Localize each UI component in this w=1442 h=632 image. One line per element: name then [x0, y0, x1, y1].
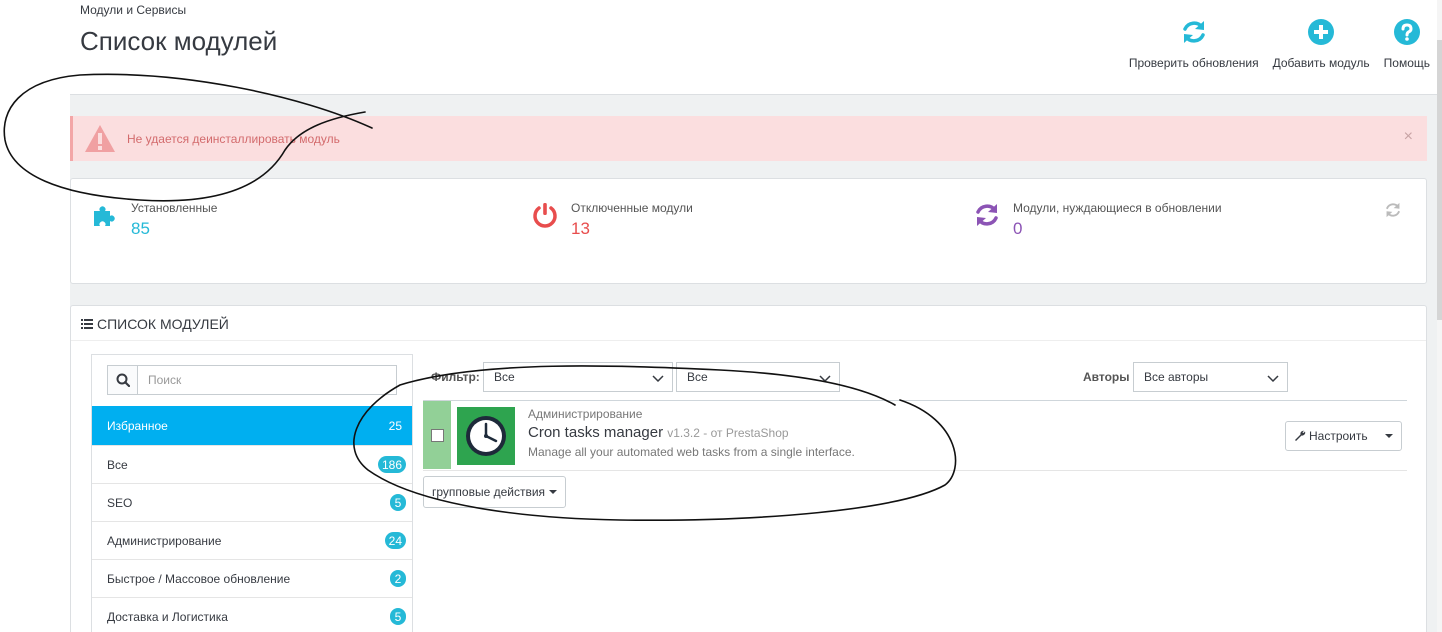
category-count: 2 — [390, 570, 406, 587]
chevron-down-icon — [652, 375, 664, 383]
filter-status-select[interactable]: Все — [483, 362, 673, 392]
category-list: Избранное 25 Все 186 SEO 5 Администриров… — [92, 406, 412, 632]
caret-down-icon — [1385, 434, 1393, 438]
category-count: 5 — [390, 494, 406, 511]
category-item-administration[interactable]: Администрирование 24 — [92, 521, 412, 559]
stats-panel: Установленные 85 Отключенные модули 13 М… — [70, 178, 1427, 284]
stat-installed[interactable]: Установленные 85 — [91, 201, 217, 239]
module-version: v1.3.2 - от PrestaShop — [667, 426, 789, 440]
power-icon — [533, 203, 557, 228]
module-row: Администрирование Cron tasks manager v1.… — [423, 401, 1407, 471]
stat-need-update[interactable]: Модули, нуждающиеся в обновлении 0 — [973, 201, 1222, 239]
list-heading-text: СПИСОК МОДУЛЕЙ — [97, 316, 229, 332]
stat-disabled-value: 13 — [571, 219, 590, 238]
search-button[interactable] — [108, 366, 138, 394]
filter-status-value: Все — [494, 370, 515, 384]
toolbar: Проверить обновления Добавить модуль Пом… — [1129, 18, 1430, 70]
module-title: Cron tasks manager v1.3.2 - от PrestaSho… — [528, 424, 789, 441]
refresh-stats-icon[interactable] — [1384, 201, 1402, 219]
bulk-actions-button[interactable]: групповые действия — [423, 476, 567, 508]
configure-dropdown-toggle[interactable] — [1377, 422, 1401, 450]
module-list-panel: СПИСОК МОДУЛЕЙ Избранное 25 Все — [70, 305, 1427, 632]
refresh-icon — [976, 204, 998, 226]
alert-text: Не удается деинсталлировать модуль — [127, 131, 340, 146]
module-description: Manage all your automated web tasks from… — [528, 445, 855, 459]
filter-type-value: Все — [687, 370, 708, 384]
module-name: Cron tasks manager — [528, 424, 664, 441]
category-label: SEO — [107, 495, 133, 510]
chevron-down-icon — [819, 375, 831, 383]
stat-need-update-value: 0 — [1013, 219, 1023, 238]
plus-circle-icon — [1308, 19, 1335, 45]
category-item-seo[interactable]: SEO 5 — [92, 483, 412, 521]
authors-label: Авторы — [1083, 370, 1130, 384]
category-item-shipping-logistics[interactable]: Доставка и Логистика 5 — [92, 597, 412, 632]
puzzle-icon — [94, 206, 115, 226]
configure-button-group: Настроить — [1285, 421, 1402, 451]
category-count: 5 — [390, 608, 406, 625]
check-updates-label: Проверить обновления — [1128, 56, 1259, 70]
page-title: Список модулей — [80, 26, 278, 56]
add-module-button[interactable]: Добавить модуль — [1273, 18, 1370, 70]
category-item-all[interactable]: Все 186 — [92, 445, 412, 483]
scrollbar-thumb[interactable] — [1437, 40, 1442, 320]
authors-value: Все авторы — [1144, 370, 1209, 384]
scrollbar[interactable] — [1437, 0, 1442, 632]
category-label: Все — [107, 457, 128, 472]
chevron-down-icon — [1267, 375, 1279, 383]
category-count: 186 — [377, 456, 406, 473]
category-label: Администрирование — [107, 533, 222, 548]
caret-down-icon — [549, 490, 558, 494]
category-label: Быстрое / Массовое обновление — [107, 571, 291, 586]
filter-label: Фильтр: — [431, 370, 480, 384]
search-input[interactable] — [138, 366, 396, 394]
stat-disabled[interactable]: Отключенные модули 13 — [531, 201, 693, 239]
stat-disabled-label: Отключенные модули — [571, 201, 693, 215]
page: Модули и Сервисы Список модулей Проверит… — [0, 0, 1442, 632]
warning-icon — [85, 124, 115, 152]
category-label: Избранное — [107, 418, 168, 433]
category-sidebar: Избранное 25 Все 186 SEO 5 Администриров… — [91, 354, 413, 632]
bulk-actions-label: групповые действия — [432, 485, 546, 499]
breadcrumb[interactable]: Модули и Сервисы — [80, 3, 186, 17]
list-icon — [81, 319, 93, 329]
configure-button[interactable]: Настроить — [1286, 429, 1377, 443]
module-checkbox[interactable] — [430, 428, 444, 442]
module-status-bar — [423, 401, 451, 469]
error-alert: Не удается деинсталлировать модуль × — [70, 116, 1427, 161]
module-category: Администрирование — [528, 407, 643, 421]
add-module-label: Добавить модуль — [1272, 56, 1370, 70]
search-icon — [116, 373, 130, 387]
module-logo — [457, 407, 515, 465]
category-count: 25 — [388, 418, 402, 433]
alert-close-button[interactable]: × — [1404, 128, 1413, 146]
stat-installed-value: 85 — [131, 219, 150, 238]
list-heading: СПИСОК МОДУЛЕЙ — [81, 316, 229, 332]
stat-installed-label: Установленные — [131, 201, 218, 215]
category-label: Доставка и Логистика — [107, 609, 228, 624]
refresh-icon — [1182, 21, 1205, 43]
category-item-quick-bulk-update[interactable]: Быстрое / Массовое обновление 2 — [92, 559, 412, 597]
authors-select[interactable]: Все авторы — [1133, 362, 1288, 392]
help-button[interactable]: Помощь — [1384, 18, 1430, 70]
help-icon — [1393, 19, 1420, 45]
help-label: Помощь — [1383, 56, 1430, 70]
category-count: 24 — [384, 532, 406, 549]
configure-label: Настроить — [1309, 429, 1368, 443]
category-item-favorites[interactable]: Избранное 25 — [92, 406, 412, 445]
stat-need-update-label: Модули, нуждающиеся в обновлении — [1013, 201, 1222, 215]
filter-type-select[interactable]: Все — [676, 362, 840, 392]
clock-icon — [466, 416, 506, 456]
wrench-icon — [1295, 430, 1306, 441]
check-updates-button[interactable]: Проверить обновления — [1129, 18, 1259, 70]
divider — [71, 340, 1426, 341]
search-box — [107, 365, 397, 395]
